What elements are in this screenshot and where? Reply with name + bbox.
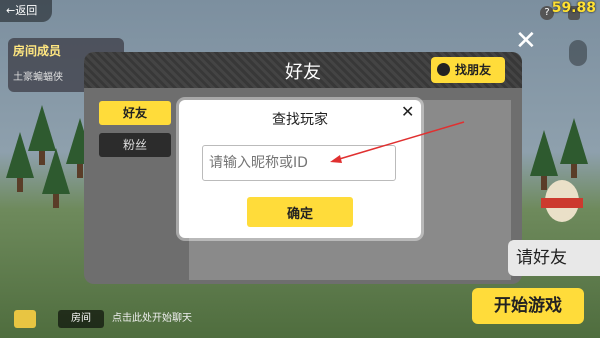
close-icon[interactable]: ✕ <box>401 102 414 121</box>
confirm-button[interactable]: 确定 <box>247 197 353 227</box>
microphone-icon[interactable] <box>569 40 587 66</box>
tree <box>6 132 34 192</box>
chat-input-hint[interactable]: 点击此处开始聊天 <box>112 310 262 328</box>
find-friend-label: 找朋友 <box>455 63 492 77</box>
mascot-badge <box>541 198 583 208</box>
mascot-character <box>541 180 583 222</box>
room-members-title: 房间成员 <box>13 44 62 58</box>
room-channel-button[interactable]: 房间 <box>58 310 104 328</box>
find-player-dialog: 查找玩家 ✕ 确定 <box>179 100 421 238</box>
tree <box>560 118 588 178</box>
close-icon[interactable]: ✕ <box>515 28 537 54</box>
fps-counter: 59.88 <box>551 0 596 16</box>
tab-friends[interactable]: 好友 <box>99 101 171 125</box>
back-label: 返回 <box>15 4 38 17</box>
chat-bar: 房间 点击此处开始聊天 <box>14 306 262 332</box>
back-button[interactable]: ←返回 <box>0 0 52 22</box>
back-arrow-icon: ← <box>6 4 16 17</box>
tab-fans[interactable]: 粉丝 <box>99 133 171 157</box>
room-member-name: 土豪蝙蝠侠 <box>13 72 63 83</box>
start-game-button[interactable]: 开始游戏 <box>472 288 584 324</box>
tree <box>42 148 70 208</box>
chat-icon[interactable] <box>14 310 36 328</box>
invite-friends-button[interactable]: 请好友 <box>508 240 600 276</box>
nickname-search-input[interactable] <box>202 145 396 181</box>
add-friend-icon <box>437 63 450 76</box>
tree <box>530 130 558 190</box>
find-player-title: 查找玩家 <box>272 112 328 128</box>
find-friend-button[interactable]: 找朋友 <box>431 57 505 83</box>
